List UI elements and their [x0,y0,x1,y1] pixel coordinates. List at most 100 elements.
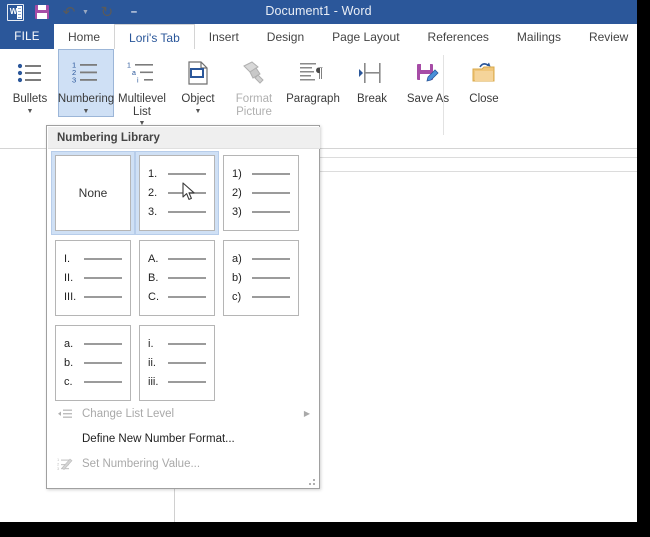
ribbon-button-bullets[interactable]: Bullets ▼ [2,49,58,117]
numbering-tile-upper-roman[interactable]: I. II. III. [51,236,135,320]
numbering-tile-decimal-paren[interactable]: 1) 2) 3) [219,151,303,235]
menu-item-label: Define New Number Format... [82,432,235,445]
marker-label: C. [148,290,159,303]
numbering-tile-upper-alpha[interactable]: A. B. C. [135,236,219,320]
numbering-library-header: Numbering Library [48,127,320,149]
line-placeholder [168,211,206,213]
line-placeholder [84,343,122,345]
line-placeholder [252,258,290,260]
menu-item-set-numbering-value[interactable]: 1 2 3 Set Numbering Value... [48,451,320,476]
set-numbering-value-icon: 1 2 3 [54,456,76,472]
menu-item-label: Change List Level [82,407,175,420]
bullets-icon [9,55,51,91]
marker-label: 3. [148,205,158,218]
line-placeholder [84,381,122,383]
tab-page-layout[interactable]: Page Layout [318,24,413,49]
ribbon-button-label: Bullets [12,93,48,105]
numbering-tile-lower-alpha-paren[interactable]: a) b) c) [219,236,303,320]
numbering-tile-lower-roman[interactable]: i. ii. iii. [135,321,219,405]
svg-text:1: 1 [127,63,131,70]
numbering-tile-decimal-period[interactable]: 1. 2. 3. [135,151,219,235]
numbering-tile-label: None [78,186,108,200]
chevron-down-icon[interactable]: ▼ [195,107,202,116]
svg-text:i: i [137,78,139,85]
tab-design[interactable]: Design [253,24,318,49]
line-placeholder [168,381,206,383]
svg-text:3: 3 [72,76,76,85]
tab-loris-tab[interactable]: Lori's Tab [114,24,195,50]
marker-label: 2) [232,186,242,199]
word-application-window: W ↶ ▼ ↻ ━ Document1 - Word FILE Home Lor… [0,0,637,522]
ribbon-button-label: Format Picture [235,93,273,118]
tab-mailings[interactable]: Mailings [503,24,575,49]
ribbon-button-label: Numbering [57,93,115,105]
line-placeholder [168,296,206,298]
ribbon-button-label: Multilevel List [118,93,166,118]
tab-references[interactable]: References [414,24,503,49]
chevron-down-icon[interactable]: ▼ [83,107,90,116]
ribbon-button-numbering[interactable]: 1 2 3 Numbering ▼ [58,49,114,117]
marker-label: A. [148,252,159,265]
submenu-arrow-icon: ▶ [303,409,310,418]
marker-label: 2. [148,186,158,199]
numbering-tile-lower-alpha-period[interactable]: a. b. c. [51,321,135,405]
ribbon-button-object[interactable]: Object ▼ [170,49,226,117]
line-placeholder [84,277,122,279]
line-placeholder [168,192,206,194]
marker-label: b. [64,356,74,369]
svg-text:3: 3 [57,466,60,470]
ribbon-button-multilevel-list[interactable]: 1 a i Multilevel List ▼ [114,49,170,129]
marker-label: ii. [148,356,156,369]
tab-file[interactable]: FILE [0,24,54,49]
marker-label: 1. [148,167,158,180]
marker-label: 1) [232,167,242,180]
menu-item-icon-placeholder [54,431,76,447]
line-placeholder [84,296,122,298]
marker-label: 3) [232,205,242,218]
menu-item-define-new-number-format[interactable]: Define New Number Format... [48,426,320,451]
marker-label: I. [64,252,71,265]
ribbon-button-close[interactable]: Close [456,49,512,107]
marker-label: c. [64,375,73,388]
marker-label: II. [64,271,74,284]
chevron-down-icon[interactable]: ▼ [27,107,34,116]
ribbon-group-separator [443,55,444,135]
marker-label: B. [148,271,159,284]
ribbon-button-label: Object [181,93,215,105]
marker-label: a. [64,337,74,350]
ribbon-button-label: Paragraph [286,93,340,105]
numbering-dropdown: Numbering Library None 1. 2. 3. 1) 2) 3)… [46,125,320,489]
title-bar: W ↶ ▼ ↻ ━ Document1 - Word [0,0,637,24]
paragraph-icon: ¶ [292,55,334,91]
ribbon-button-label: Break [356,93,388,105]
ribbon-button-format-picture: Format Picture [226,49,282,119]
document-title: Document1 - Word [265,4,372,18]
line-placeholder [168,173,206,175]
ribbon-button-break[interactable]: Break [344,49,400,107]
tab-review[interactable]: Review [575,24,637,49]
line-placeholder [168,277,206,279]
svg-text:a: a [132,70,136,77]
marker-label: a) [232,252,242,265]
menu-item-change-list-level[interactable]: Change List Level ▶ [48,401,320,426]
marker-label: III. [64,290,77,303]
numbering-tile-none[interactable]: None [51,151,135,235]
line-placeholder [252,277,290,279]
ribbon-button-paragraph[interactable]: ¶ Paragraph [282,49,344,107]
ribbon-button-save-as[interactable]: Save As [400,49,456,107]
tab-insert[interactable]: Insert [195,24,253,49]
line-placeholder [84,362,122,364]
line-placeholder [168,343,206,345]
line-placeholder [168,258,206,260]
break-icon [351,55,393,91]
line-placeholder [252,296,290,298]
format-picture-icon [233,55,275,91]
numbering-library-title: Numbering Library [57,131,160,144]
marker-label: c) [232,290,242,303]
menu-item-label: Set Numbering Value... [82,457,201,470]
ribbon-tab-strip: FILE Home Lori's Tab Insert Design Page … [0,24,637,50]
line-placeholder [84,258,122,260]
numbering-icon: 1 2 3 [65,55,107,91]
tab-home[interactable]: Home [54,24,114,49]
resize-grip[interactable] [306,476,315,485]
